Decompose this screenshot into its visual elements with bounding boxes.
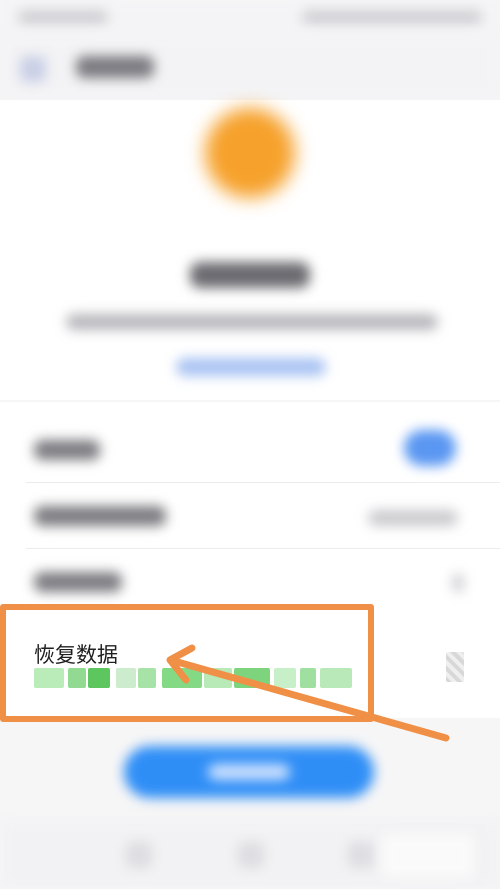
primary-action-button[interactable]	[124, 746, 374, 798]
top-navigation-bar	[0, 34, 500, 100]
divider	[26, 548, 500, 549]
back-arrow-icon[interactable]	[20, 56, 46, 82]
chevron-right-icon	[452, 574, 464, 592]
hero-description	[66, 314, 438, 330]
status-bar	[0, 0, 500, 34]
bottom-icon[interactable]	[348, 842, 374, 868]
sync-toggle[interactable]	[404, 430, 456, 466]
hero-link[interactable]	[176, 358, 326, 376]
primary-action-label	[208, 764, 290, 780]
hero-title	[190, 262, 310, 288]
page-title	[76, 56, 154, 78]
corner-overlay	[382, 834, 474, 878]
settings-row-label-2[interactable]	[34, 506, 166, 526]
settings-list	[0, 402, 500, 622]
settings-row-label-1	[34, 440, 100, 460]
settings-row-value-2	[368, 510, 458, 526]
status-bar-left	[18, 10, 108, 24]
hero-section	[0, 100, 500, 400]
settings-row-label-3[interactable]	[34, 572, 122, 592]
highlight-annotation	[0, 604, 374, 722]
bottom-icon[interactable]	[126, 842, 152, 868]
bottom-icon[interactable]	[238, 842, 264, 868]
divider	[26, 482, 500, 483]
qr-code-icon[interactable]	[446, 652, 464, 682]
status-bar-right	[302, 10, 482, 24]
cloud-sun-icon	[205, 108, 295, 198]
